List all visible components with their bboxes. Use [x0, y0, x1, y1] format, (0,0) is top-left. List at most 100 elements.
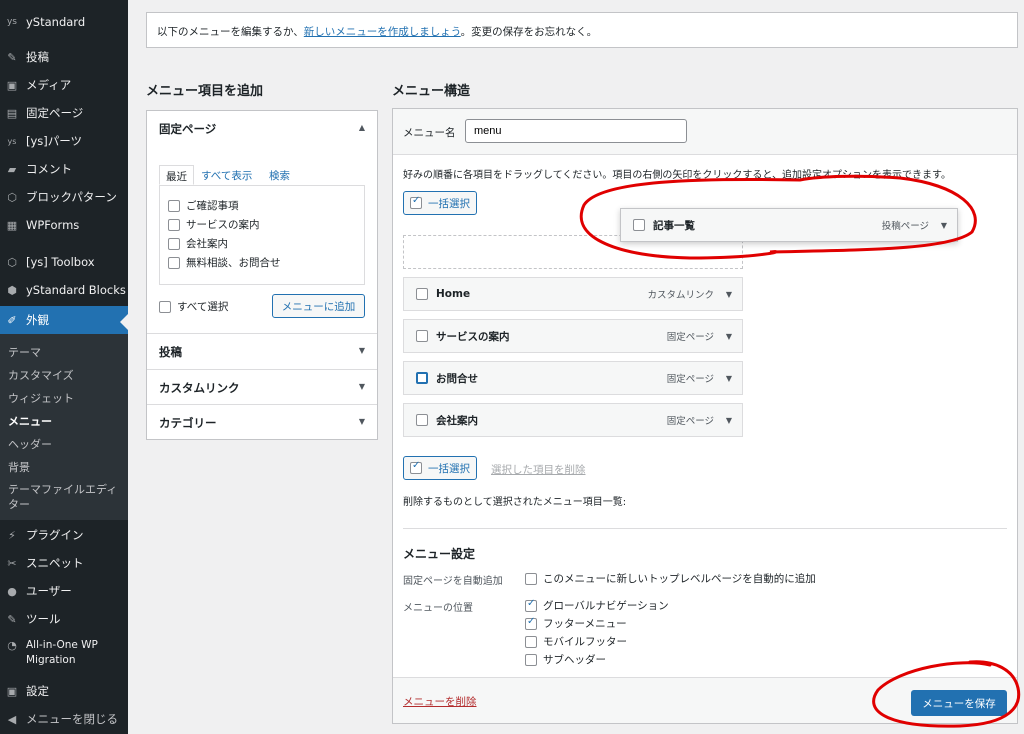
sidebar-item-snippets[interactable]: ✂ スニペット: [0, 552, 128, 574]
dragging-menu-item[interactable]: 記事一覧 投稿ページ ▼: [620, 208, 958, 242]
checkbox[interactable]: [525, 616, 537, 630]
collapse-icon: ◀: [7, 712, 17, 726]
checkbox[interactable]: [416, 372, 428, 384]
migration-icon: ◔: [7, 638, 17, 652]
page-item[interactable]: 会社案内: [168, 236, 228, 251]
chevron-down-icon: ▼: [358, 346, 365, 355]
save-menu-button[interactable]: メニューを保存: [911, 690, 1007, 716]
chevron-down-icon[interactable]: ▼: [941, 221, 947, 230]
select-all-pages[interactable]: すべて選択: [159, 299, 228, 314]
deletion-note: 削除するものとして選択されたメニュー項目一覧:: [403, 497, 627, 508]
chevron-down-icon[interactable]: ▼: [726, 374, 732, 383]
chevron-down-icon[interactable]: ▼: [726, 290, 732, 299]
chevron-down-icon[interactable]: ▼: [726, 416, 732, 425]
auto-add-label: 固定ページを自動追加: [403, 576, 503, 587]
chevron-down-icon[interactable]: ▼: [726, 332, 732, 341]
submenu-menus[interactable]: メニュー: [8, 413, 52, 429]
sidebar-item-tools[interactable]: ✎ ツール: [0, 608, 128, 630]
submenu-themes[interactable]: テーマ: [8, 344, 41, 360]
section-posts-header[interactable]: 投稿 ▼: [147, 333, 377, 369]
checkbox[interactable]: [525, 572, 537, 585]
checkbox[interactable]: [525, 598, 537, 612]
tab-search[interactable]: 検索: [263, 165, 296, 185]
menu-item[interactable]: サービスの案内 固定ページ ▼: [403, 319, 743, 353]
checkbox[interactable]: [416, 330, 428, 342]
create-menu-link[interactable]: 新しいメニューを作成しましょう: [304, 26, 461, 38]
sidebar-item-pages[interactable]: ▤ 固定ページ: [0, 102, 128, 124]
wrench-icon: ✎: [7, 612, 17, 626]
add-items-panel: 固定ページ ▲ 最近 すべて表示 検索 ご確認事項 サービスの案内 会社案内 無…: [146, 110, 378, 440]
auto-add-option[interactable]: このメニューに新しいトップレベルページを自動的に追加: [525, 571, 816, 586]
sidebar-item-blocks[interactable]: ⬢ yStandard Blocks: [0, 279, 128, 301]
sidebar-item-parts[interactable]: ys [ys]パーツ: [0, 130, 128, 152]
submenu-theme-editor[interactable]: テーマファイルエディター: [8, 482, 120, 512]
menu-item[interactable]: お問合せ 固定ページ ▼: [403, 361, 743, 395]
submenu-header[interactable]: ヘッダー: [8, 436, 52, 452]
sidebar-item-wpforms[interactable]: ▦ WPForms: [0, 214, 128, 236]
add-to-menu-button[interactable]: メニューに追加: [272, 294, 365, 318]
sidebar-item-settings[interactable]: ▣ 設定: [0, 680, 128, 702]
chevron-down-icon: ▼: [358, 417, 365, 426]
sidebar-item-users[interactable]: ● ユーザー: [0, 580, 128, 602]
section-pages-header[interactable]: 固定ページ ▲: [147, 111, 377, 147]
pin-icon: ✎: [7, 50, 17, 64]
checkbox[interactable]: [525, 635, 537, 648]
page-icon: ▤: [6, 106, 18, 120]
checkbox[interactable]: [168, 237, 180, 250]
settings-icon: ▣: [6, 684, 18, 698]
menu-item[interactable]: 会社案内 固定ページ ▼: [403, 403, 743, 437]
checkbox[interactable]: [410, 195, 422, 209]
add-items-heading: メニュー項目を追加: [146, 84, 264, 99]
checkbox[interactable]: [168, 256, 180, 269]
site-name[interactable]: ys yStandard: [0, 12, 128, 32]
tab-view-all[interactable]: すべて表示: [195, 165, 258, 185]
sidebar-item-posts[interactable]: ✎ 投稿: [0, 46, 128, 68]
section-custom-links-header[interactable]: カスタムリンク ▼: [147, 369, 377, 405]
location-option[interactable]: グローバルナビゲーション: [525, 598, 669, 613]
sidebar-item-plugins[interactable]: ⚡ プラグイン: [0, 524, 128, 546]
sidebar-item-migration[interactable]: ◔ All-in-One WP Migration: [0, 638, 128, 672]
forms-icon: ▦: [6, 218, 18, 232]
sidebar-item-appearance[interactable]: ✐ 外観: [0, 306, 128, 334]
submenu-widgets[interactable]: ウィジェット: [8, 390, 74, 406]
checkbox[interactable]: [416, 414, 428, 426]
sidebar-item-comments[interactable]: ▰ コメント: [0, 158, 128, 180]
location-option[interactable]: モバイルフッター: [525, 634, 627, 649]
page-item[interactable]: ご確認事項: [168, 198, 239, 213]
menu-settings-heading: メニュー設定: [403, 547, 476, 561]
notice-bar: 以下のメニューを編集するか、新しいメニューを作成しましょう。変更の保存をお忘れな…: [146, 12, 1018, 48]
ys-icon: ys: [7, 136, 17, 146]
menu-name-label: メニュー名: [403, 127, 456, 139]
menu-item[interactable]: Home カスタムリンク ▼: [403, 277, 743, 311]
checkbox[interactable]: [416, 288, 428, 300]
checkbox[interactable]: [159, 300, 171, 313]
location-option[interactable]: サブヘッダー: [525, 652, 606, 667]
bulk-select-bottom[interactable]: 一括選択: [403, 456, 477, 480]
comment-icon: ▰: [7, 162, 17, 176]
appearance-submenu: テーマ カスタマイズ ウィジェット メニュー ヘッダー 背景 テーマファイルエデ…: [0, 334, 128, 520]
sidebar-collapse[interactable]: ◀ メニューを閉じる: [0, 708, 128, 730]
chevron-down-icon: ▼: [358, 382, 365, 391]
location-option[interactable]: フッターメニュー: [525, 616, 627, 631]
checkbox[interactable]: [168, 218, 180, 231]
delete-menu-link[interactable]: メニューを削除: [403, 694, 477, 709]
submenu-background[interactable]: 背景: [8, 459, 30, 475]
submenu-customize[interactable]: カスタマイズ: [8, 367, 74, 383]
sidebar-item-toolbox[interactable]: ⬡ [ys] Toolbox: [0, 251, 128, 273]
checkbox[interactable]: [633, 219, 645, 231]
delete-selected-link[interactable]: 選択した項目を削除: [491, 462, 586, 477]
sidebar-item-patterns[interactable]: ⬡ ブロックパターン: [0, 186, 128, 208]
checkbox[interactable]: [410, 460, 422, 474]
bulk-select-top[interactable]: 一括選択: [403, 191, 477, 215]
page-item[interactable]: 無料相談、お問合せ: [168, 255, 281, 270]
menu-structure-panel: メニュー名 好みの順番に各項目をドラッグしてください。項目の右側の矢印をクリック…: [392, 108, 1018, 724]
page-item[interactable]: サービスの案内: [168, 217, 260, 232]
checkbox[interactable]: [168, 199, 180, 212]
ys-logo-icon: ys: [6, 17, 17, 27]
tab-recent[interactable]: 最近: [159, 165, 194, 185]
section-categories-header[interactable]: カテゴリー ▼: [147, 404, 377, 440]
checkbox[interactable]: [525, 653, 537, 666]
brush-icon: ✐: [7, 313, 17, 327]
menu-name-input[interactable]: [465, 119, 687, 143]
sidebar-item-media[interactable]: ▣ メディア: [0, 74, 128, 96]
